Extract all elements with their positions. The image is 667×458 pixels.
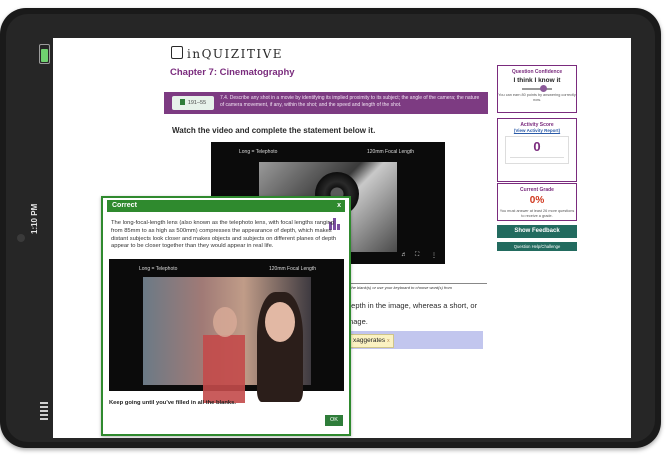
objective-tag-label: 191–55 bbox=[187, 100, 207, 106]
activity-score-value: 0 bbox=[533, 139, 541, 154]
more-options-icon[interactable]: ⋮ bbox=[431, 252, 437, 259]
question-line-1: depth in the image, whereas a short, or bbox=[347, 301, 478, 310]
activity-score-box: 0 bbox=[505, 136, 569, 164]
confidence-value: I think I know it bbox=[513, 77, 561, 84]
question-hint: n the blank(s) or use your keyboard to c… bbox=[347, 283, 487, 290]
confidence-title: Question Confidence bbox=[511, 69, 563, 75]
answer-chip-label: xaggerates bbox=[353, 337, 386, 344]
app-screen: inQUIZITIVE Chapter 7: Cinematography 19… bbox=[53, 38, 631, 438]
video-frame bbox=[143, 277, 311, 403]
modal-title: Correct bbox=[112, 202, 137, 209]
video-label-right: 120mm Focal Length bbox=[367, 149, 414, 155]
background-face bbox=[213, 307, 237, 337]
chapter-title: Chapter 7: Cinematography bbox=[170, 67, 295, 78]
tablet-frame: 1:10 PM inQUIZITIVE Chapter 7: Cinematog… bbox=[0, 8, 661, 448]
app-logo: inQUIZITIVE bbox=[171, 46, 283, 61]
volume-icon[interactable]: ♬ bbox=[401, 252, 407, 258]
battery-icon bbox=[39, 44, 50, 64]
home-button[interactable] bbox=[17, 234, 25, 242]
remove-answer-icon[interactable]: x bbox=[387, 338, 390, 344]
objective-text: 7.4. Describe any shot in a movie by ide… bbox=[220, 95, 480, 108]
modal-video-label-right: 120mm Focal Length bbox=[269, 266, 316, 272]
modal-explanation: The long-focal-length lens (also known a… bbox=[111, 220, 337, 250]
activity-report-link[interactable]: (View Activity Report) bbox=[498, 128, 576, 133]
document-icon bbox=[179, 99, 185, 105]
grade-title: Current Grade bbox=[520, 187, 554, 193]
instruction-text: Watch the video and complete the stateme… bbox=[172, 126, 376, 135]
question-help-button[interactable]: Question Help/Challenge bbox=[497, 242, 577, 251]
learning-objective-bar: 191–55 7.4. Describe any shot in a movie… bbox=[164, 92, 488, 114]
confidence-slider-knob[interactable] bbox=[540, 85, 547, 92]
modal-video-player[interactable]: Long = Telephoto 120mm Focal Length bbox=[109, 259, 344, 403]
modal-video-label-left: Long = Telephoto bbox=[139, 266, 178, 272]
modal-header: Correct x bbox=[107, 200, 345, 212]
correct-modal: Correct x The long-focal-length lens (als… bbox=[101, 196, 351, 436]
grade-value: 0% bbox=[529, 195, 545, 206]
signal-icon bbox=[40, 402, 48, 426]
confidence-note: You can earn 80 points by answering corr… bbox=[498, 93, 576, 102]
logo-icon bbox=[171, 46, 183, 59]
foreground-face bbox=[265, 302, 295, 342]
confidence-slider[interactable] bbox=[522, 85, 552, 92]
divider bbox=[510, 157, 564, 158]
grade-note: You must answer at least 26 more questio… bbox=[499, 209, 575, 218]
video-label-left: Long = Telephoto bbox=[239, 149, 278, 155]
answer-chip[interactable]: xaggerates x bbox=[349, 334, 394, 348]
activity-score-panel: Activity Score (View Activity Report) 0 bbox=[497, 118, 577, 182]
ok-button[interactable]: OK bbox=[325, 415, 343, 426]
background-figure bbox=[203, 335, 245, 403]
modal-keep-going-text: Keep going until you've filled in all th… bbox=[109, 400, 236, 406]
close-icon[interactable]: x bbox=[332, 200, 341, 212]
status-time: 1:10 PM bbox=[30, 203, 39, 234]
answer-drop-zone[interactable]: xaggerates x bbox=[343, 331, 483, 349]
show-feedback-button[interactable]: Show Feedback bbox=[497, 225, 577, 238]
logo-text: inQUIZITIVE bbox=[187, 47, 284, 61]
objective-tag[interactable]: 191–55 bbox=[172, 96, 214, 110]
question-confidence-panel: Question Confidence I think I know it Yo… bbox=[497, 65, 577, 113]
fullscreen-icon[interactable]: ⛶ bbox=[415, 252, 419, 259]
current-grade-panel: Current Grade 0% You must answer at leas… bbox=[497, 183, 577, 221]
